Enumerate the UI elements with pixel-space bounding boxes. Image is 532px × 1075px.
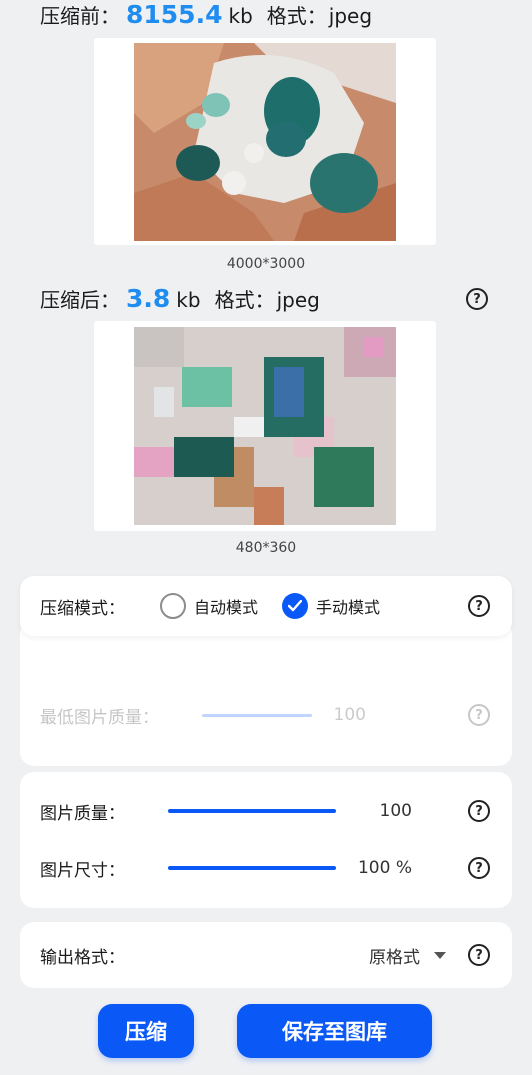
- before-size-value: 8155.4: [126, 0, 223, 29]
- compressed-image: [134, 327, 396, 525]
- compress-page: 压缩前： 8155.4 kb 格式： jpeg 4000*3000 压缩后： 3…: [0, 0, 532, 1075]
- after-label: 压缩后：: [40, 288, 120, 312]
- after-format-value: jpeg: [276, 288, 320, 312]
- after-size-unit: kb: [176, 288, 201, 312]
- mode-row: 压缩模式： 自动模式 手动模式 ?: [40, 593, 490, 619]
- compressed-image-frame: [94, 321, 436, 531]
- original-image-frame: [94, 38, 436, 245]
- min-quality-row: 最低图片质量： 100 ?: [40, 702, 490, 728]
- before-label: 压缩前：: [40, 4, 120, 28]
- help-icon[interactable]: ?: [468, 944, 490, 966]
- output-format-card: 输出格式： 原格式 ?: [20, 922, 512, 988]
- original-dimensions: 4000*3000: [226, 256, 306, 272]
- help-icon[interactable]: ?: [468, 595, 490, 617]
- min-quality-slider[interactable]: [202, 713, 312, 717]
- quality-value: 100: [379, 801, 412, 821]
- size-value: 100 %: [357, 858, 412, 878]
- before-format-label: 格式：: [266, 4, 327, 28]
- output-format-select[interactable]: 原格式: [369, 943, 420, 968]
- quality-row: 图片质量： 100 ?: [40, 798, 490, 824]
- auto-mode-label[interactable]: 自动模式: [194, 594, 258, 618]
- min-quality-label: 最低图片质量：: [40, 707, 159, 728]
- manual-mode-radio[interactable]: [282, 593, 309, 619]
- before-size-unit: kb: [228, 4, 253, 28]
- after-size-value: 3.8: [126, 284, 171, 313]
- help-icon[interactable]: ?: [468, 704, 490, 726]
- checkmark-icon: [288, 600, 303, 612]
- manual-mode-label[interactable]: 手动模式: [316, 594, 380, 618]
- compressed-dimensions: 480*360: [235, 540, 297, 556]
- after-format-label: 格式：: [214, 288, 275, 312]
- compress-button[interactable]: 压缩: [98, 1004, 194, 1058]
- size-row: 图片尺寸： 100 % ?: [40, 855, 490, 881]
- auto-mode-radio[interactable]: [160, 593, 186, 619]
- size-label: 图片尺寸：: [40, 860, 125, 881]
- manual-settings-card: 图片质量： 100 ? 图片尺寸： 100 % ?: [20, 772, 512, 908]
- mode-card: 压缩模式： 自动模式 手动模式 ?: [20, 576, 512, 636]
- size-slider[interactable]: [168, 866, 336, 870]
- save-to-gallery-button[interactable]: 保存至图库: [237, 1004, 432, 1058]
- help-icon[interactable]: ?: [468, 857, 490, 879]
- help-icon[interactable]: ?: [466, 288, 488, 310]
- min-quality-value: 100: [333, 705, 366, 725]
- chevron-down-icon[interactable]: [434, 951, 446, 959]
- quality-label: 图片质量：: [40, 803, 125, 824]
- after-size-line: 压缩后： 3.8 kb 格式： jpeg: [40, 284, 320, 313]
- original-image: [134, 42, 396, 241]
- output-format-row: 输出格式： 原格式 ?: [40, 942, 490, 968]
- before-format-value: jpeg: [328, 4, 373, 28]
- mode-label: 压缩模式：: [40, 598, 125, 619]
- auto-settings-card: 最低图片质量： 100 ?: [20, 620, 512, 766]
- quality-slider[interactable]: [168, 809, 336, 813]
- help-icon[interactable]: ?: [468, 800, 490, 822]
- output-format-label: 输出格式：: [40, 947, 125, 968]
- before-size-line: 压缩前： 8155.4 kb 格式： jpeg: [40, 0, 372, 29]
